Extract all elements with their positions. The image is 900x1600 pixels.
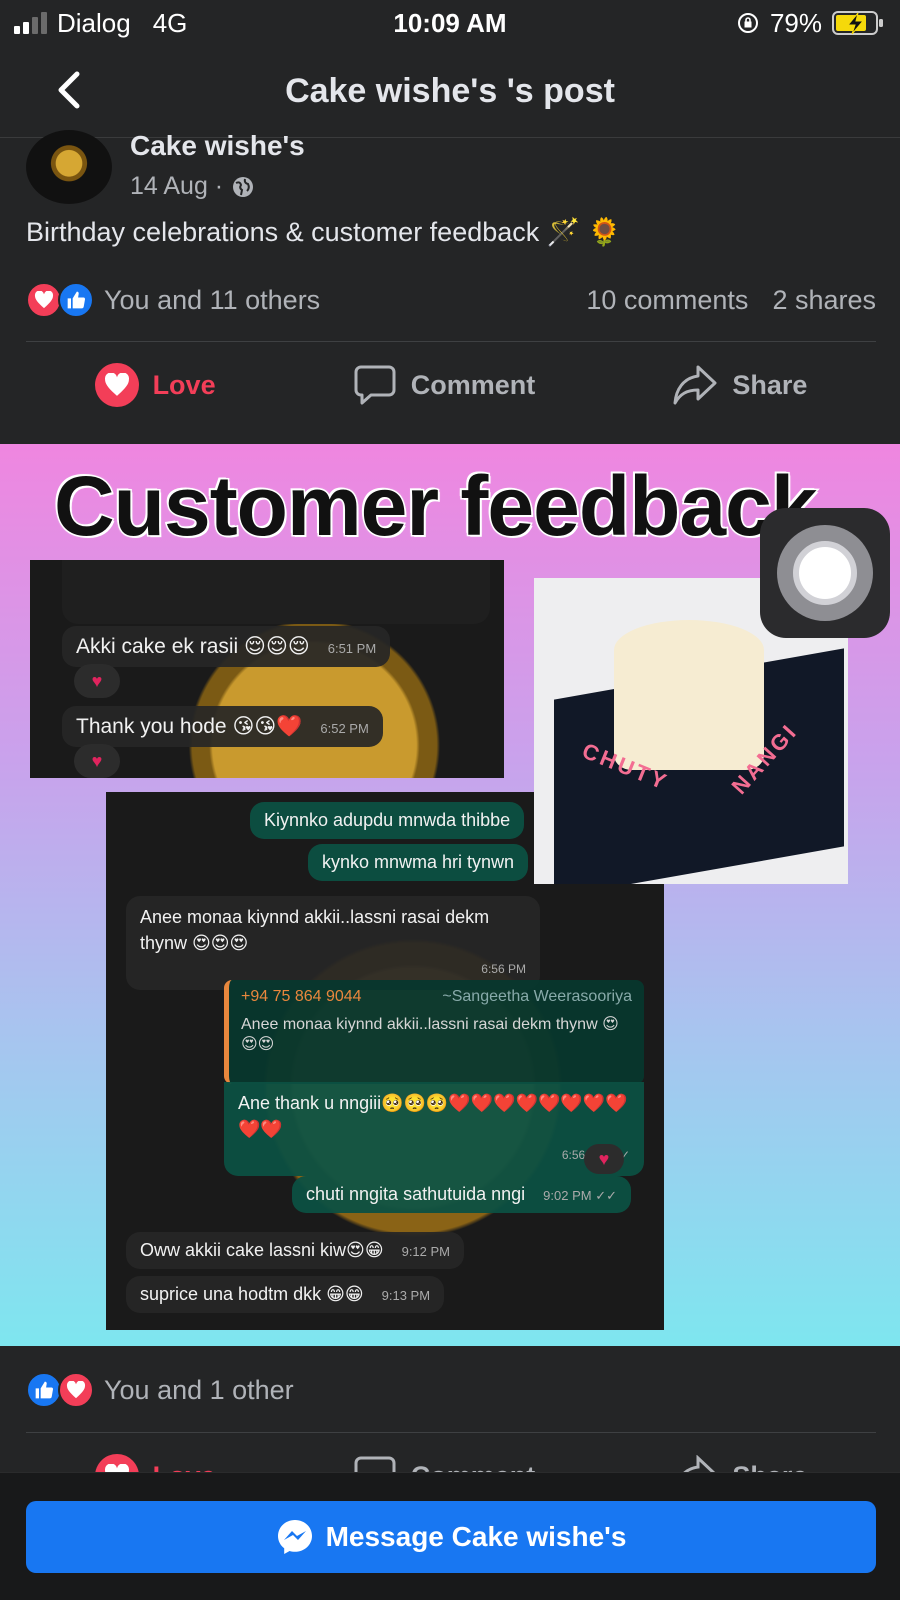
status-bar: Dialog 4G 10:09 AM 79% [0,0,900,46]
message-time: 6:51 PM [327,641,377,656]
share-label: Share [732,369,808,400]
love-icon [94,1454,139,1472]
message-time: 9:13 PM [381,1288,431,1303]
share-icon [673,365,717,405]
assistive-touch-button[interactable] [760,508,890,638]
post-caption: Birthday celebrations & customer feedbac… [26,217,622,247]
chat-message: Akki cake ek rasii 😌😌😌 6:51 PM [62,626,391,667]
assistive-touch-icon [777,525,873,621]
author-name[interactable]: Cake wishe's [130,130,305,162]
post-date[interactable]: 14 Aug · [130,172,223,201]
battery-percent: 79% [769,7,822,38]
love-label: Love [152,369,216,400]
carrier-label: Dialog [57,7,131,38]
post-meta: 14 Aug · [130,172,255,201]
divider [26,341,876,342]
post-header: Cake wishe's 14 Aug · [26,130,876,210]
signal-icon [14,12,47,34]
chat-message-in: suprice una hodtm dkk 😁😁 9:13 PM [126,1276,445,1313]
comment-icon [354,1456,396,1472]
image-title: Customer feedback [53,458,820,555]
message-time: 6:56 PM [481,962,526,976]
reactions-count: You and 11 others [104,284,321,315]
message-text: Anee monaa kiynnd akkii..lassni rasai de… [140,907,490,953]
chat-message-out: Ane thank u nngiii🥺🥺🥺❤️❤️❤️❤️❤️❤️❤️❤️❤️❤… [224,1082,644,1176]
message-text: suprice una hodtm dkk 😁😁 [140,1284,364,1304]
chat-screenshot-1: Akki cake ek rasii 😌😌😌 6:51 PM ♥ Thank yo… [30,560,504,778]
message-label: Message Cake wishe's [325,1521,627,1552]
comment-icon [354,365,396,405]
comment-label: Comment [411,1461,536,1473]
chat-message-out: kynko mnwma hri tynwn [308,844,529,881]
post-actions-2: Love Comment Share [26,1436,876,1472]
message-time: 9:02 PM ✓✓ [543,1188,617,1203]
message-text: Akki cake ek rasii 😌😌😌 [76,635,310,658]
love-label: Love [153,1461,216,1473]
chat-message-in: Oww akkii cake lassni kiw😍😁 9:12 PM [126,1232,465,1269]
cake [614,620,764,770]
status-left: Dialog 4G [14,8,187,39]
quoted-message: +94 75 864 9044 ~Sangeetha Weerasooriya A… [224,980,644,1084]
comment-button[interactable]: Comment [353,363,536,407]
chevron-left-icon [58,71,80,109]
page-title: Cake wishe's 's post [285,72,615,110]
love-reaction-icon [58,1372,94,1408]
heart-reaction-icon: ♥ [584,1144,624,1174]
chat-message-out: Kiynnko adupdu mnwda thibbe [250,802,525,839]
reaction-icons [26,1372,94,1408]
chat-message: Thank you hode 😘😘❤️ 6:52 PM [62,706,383,747]
heart-reaction-icon: ♥ [74,744,120,778]
love-icon [94,363,139,407]
love-button[interactable]: Love [94,1454,216,1473]
like-reaction-icon [58,282,94,318]
share-icon [683,1455,716,1472]
message-text: chuti nngita sathutuida nngi [306,1184,526,1204]
author-avatar[interactable] [26,130,112,204]
chat-image-placeholder [62,560,490,624]
reactions-left[interactable]: You and 11 others [26,282,320,318]
share-button[interactable]: Share [672,1455,807,1472]
messenger-icon [277,1520,312,1554]
network-label: 4G [152,7,188,38]
heart-reaction-icon: ♥ [74,664,120,698]
message-time: 6:56 PM ✓✓ [561,1148,630,1162]
comment-label: Comment [410,369,536,400]
love-button[interactable]: Love [94,363,216,407]
message-text: Thank you hode 😘😘❤️ [76,715,303,738]
reactions-right: 10 comments 2 shares [586,285,876,316]
post-actions: Love Comment Share [26,345,876,425]
message-text: Ane thank u nngiii🥺🥺🥺❤️❤️❤️❤️❤️❤️❤️❤️❤️❤… [238,1093,628,1139]
quote-text: Anee monaa kiynnd akkii..lassni rasai de… [241,1016,619,1053]
share-label: Share [732,1461,807,1473]
share-button[interactable]: Share [672,364,807,406]
message-text: Oww akkii cake lassni kiw😍😁 [140,1240,384,1260]
quote-name: ~Sangeetha Weerasooriya [442,988,632,1005]
reactions-summary: You and 11 others 10 comments 2 shares [26,282,876,318]
reactions-left-2[interactable]: You and 1 other [26,1372,294,1408]
chat-message-out: chuti nngita sathutuida nngi 9:02 PM ✓✓ [292,1176,631,1213]
back-button[interactable] [48,68,88,112]
like-reaction-icon [26,1372,62,1408]
globe-icon [233,176,254,197]
message-time: 6:52 PM [320,721,369,736]
reactions-count: You and 1 other [104,1374,294,1405]
quote-phone: +94 75 864 9044 [241,988,362,1005]
battery-charging-icon [832,11,883,35]
rotation-lock-icon [737,13,758,33]
message-time: 9:12 PM [401,1244,451,1259]
message-bar: Message Cake wishe's [0,1472,900,1600]
post-actions-2-clipped: Love Comment Share [26,1420,876,1472]
reactions-summary-2: You and 1 other [26,1372,876,1408]
shares-count[interactable]: 2 shares [772,285,876,316]
status-right: 79% [736,8,884,39]
message-page-button[interactable]: Message Cake wishe's [26,1501,876,1573]
comments-count[interactable]: 10 comments [586,285,748,316]
chat-message-in: Anee monaa kiynnd akkii..lassni rasai de… [126,896,540,990]
love-reaction-icon [26,282,62,318]
comment-button[interactable]: Comment [353,1454,536,1473]
reaction-icons [26,282,94,318]
nav-bar: Cake wishe's 's post [0,46,900,138]
